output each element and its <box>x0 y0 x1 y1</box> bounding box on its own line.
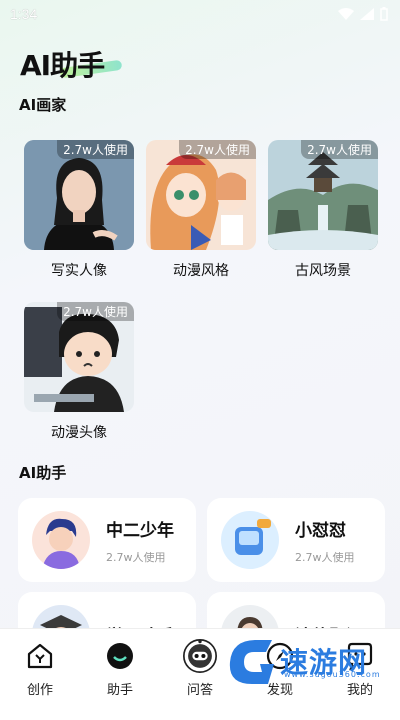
painter-thumb: 2.7w人使用 <box>268 140 378 250</box>
section-title-assistant: AI助手 <box>19 464 67 482</box>
status-icons <box>338 7 388 21</box>
painter-card-realistic[interactable]: 2.7w人使用 写实人像 <box>24 140 134 280</box>
nav-item-qa[interactable]: 问答 <box>170 629 230 698</box>
wifi-icon <box>338 8 354 20</box>
nav-item-create[interactable]: 创作 <box>10 629 70 698</box>
robot-icon <box>183 639 217 673</box>
usage-badge: 2.7w人使用 <box>301 140 378 159</box>
painter-thumb: 2.7w人使用 <box>24 302 134 412</box>
watermark-logo-icon <box>229 640 274 684</box>
nav-label: 问答 <box>186 683 213 698</box>
boy-avatar-icon <box>32 511 90 569</box>
assistant-avatar <box>221 511 279 569</box>
assistant-usage: 2.7w人使用 <box>295 550 355 564</box>
assistant-name: 中二少年 <box>106 520 174 541</box>
status-bar: 1:34 <box>0 0 400 28</box>
painter-name: 古风场景 <box>295 263 351 279</box>
painter-thumb: 2.7w人使用 <box>146 140 256 250</box>
home-icon <box>23 639 57 673</box>
assistant-card-chuunibyou[interactable]: 中二少年 2.7w人使用 <box>18 498 196 582</box>
painter-name: 动漫风格 <box>173 263 229 279</box>
nav-item-assistant[interactable]: 助手 <box>90 629 150 698</box>
assistant-icon <box>103 639 137 673</box>
painter-card-anime[interactable]: 2.7w人使用 动漫风格 <box>146 140 256 280</box>
assistant-usage: 2.7w人使用 <box>106 550 166 564</box>
cube-avatar-icon <box>221 511 279 569</box>
painter-thumb: 2.7w人使用 <box>24 140 134 250</box>
battery-icon <box>380 7 388 21</box>
nav-label: 助手 <box>106 683 133 698</box>
watermark-url: www.sugou360.com <box>284 670 381 679</box>
signal-icon <box>360 8 374 20</box>
painter-name: 动漫头像 <box>51 425 107 441</box>
painter-card-ancient[interactable]: 2.7w人使用 古风场景 <box>268 140 378 280</box>
page-title: AI助手 <box>20 49 105 82</box>
assistant-avatar <box>32 511 90 569</box>
section-title-painter: AI画家 <box>19 96 67 114</box>
assistant-card-xiaoduidui[interactable]: 小怼怼 2.7w人使用 <box>207 498 385 582</box>
painter-card-anime-avatar[interactable]: 2.7w人使用 动漫头像 <box>24 302 134 442</box>
usage-badge: 2.7w人使用 <box>57 140 134 159</box>
status-time: 1:34 <box>10 6 38 22</box>
nav-label: 创作 <box>26 683 53 698</box>
usage-badge: 2.7w人使用 <box>179 140 256 159</box>
assistant-name: 小怼怼 <box>295 520 346 541</box>
usage-badge: 2.7w人使用 <box>57 302 134 321</box>
painter-name: 写实人像 <box>51 263 107 279</box>
watermark: 速游网 www.sugou360.com <box>222 632 380 690</box>
